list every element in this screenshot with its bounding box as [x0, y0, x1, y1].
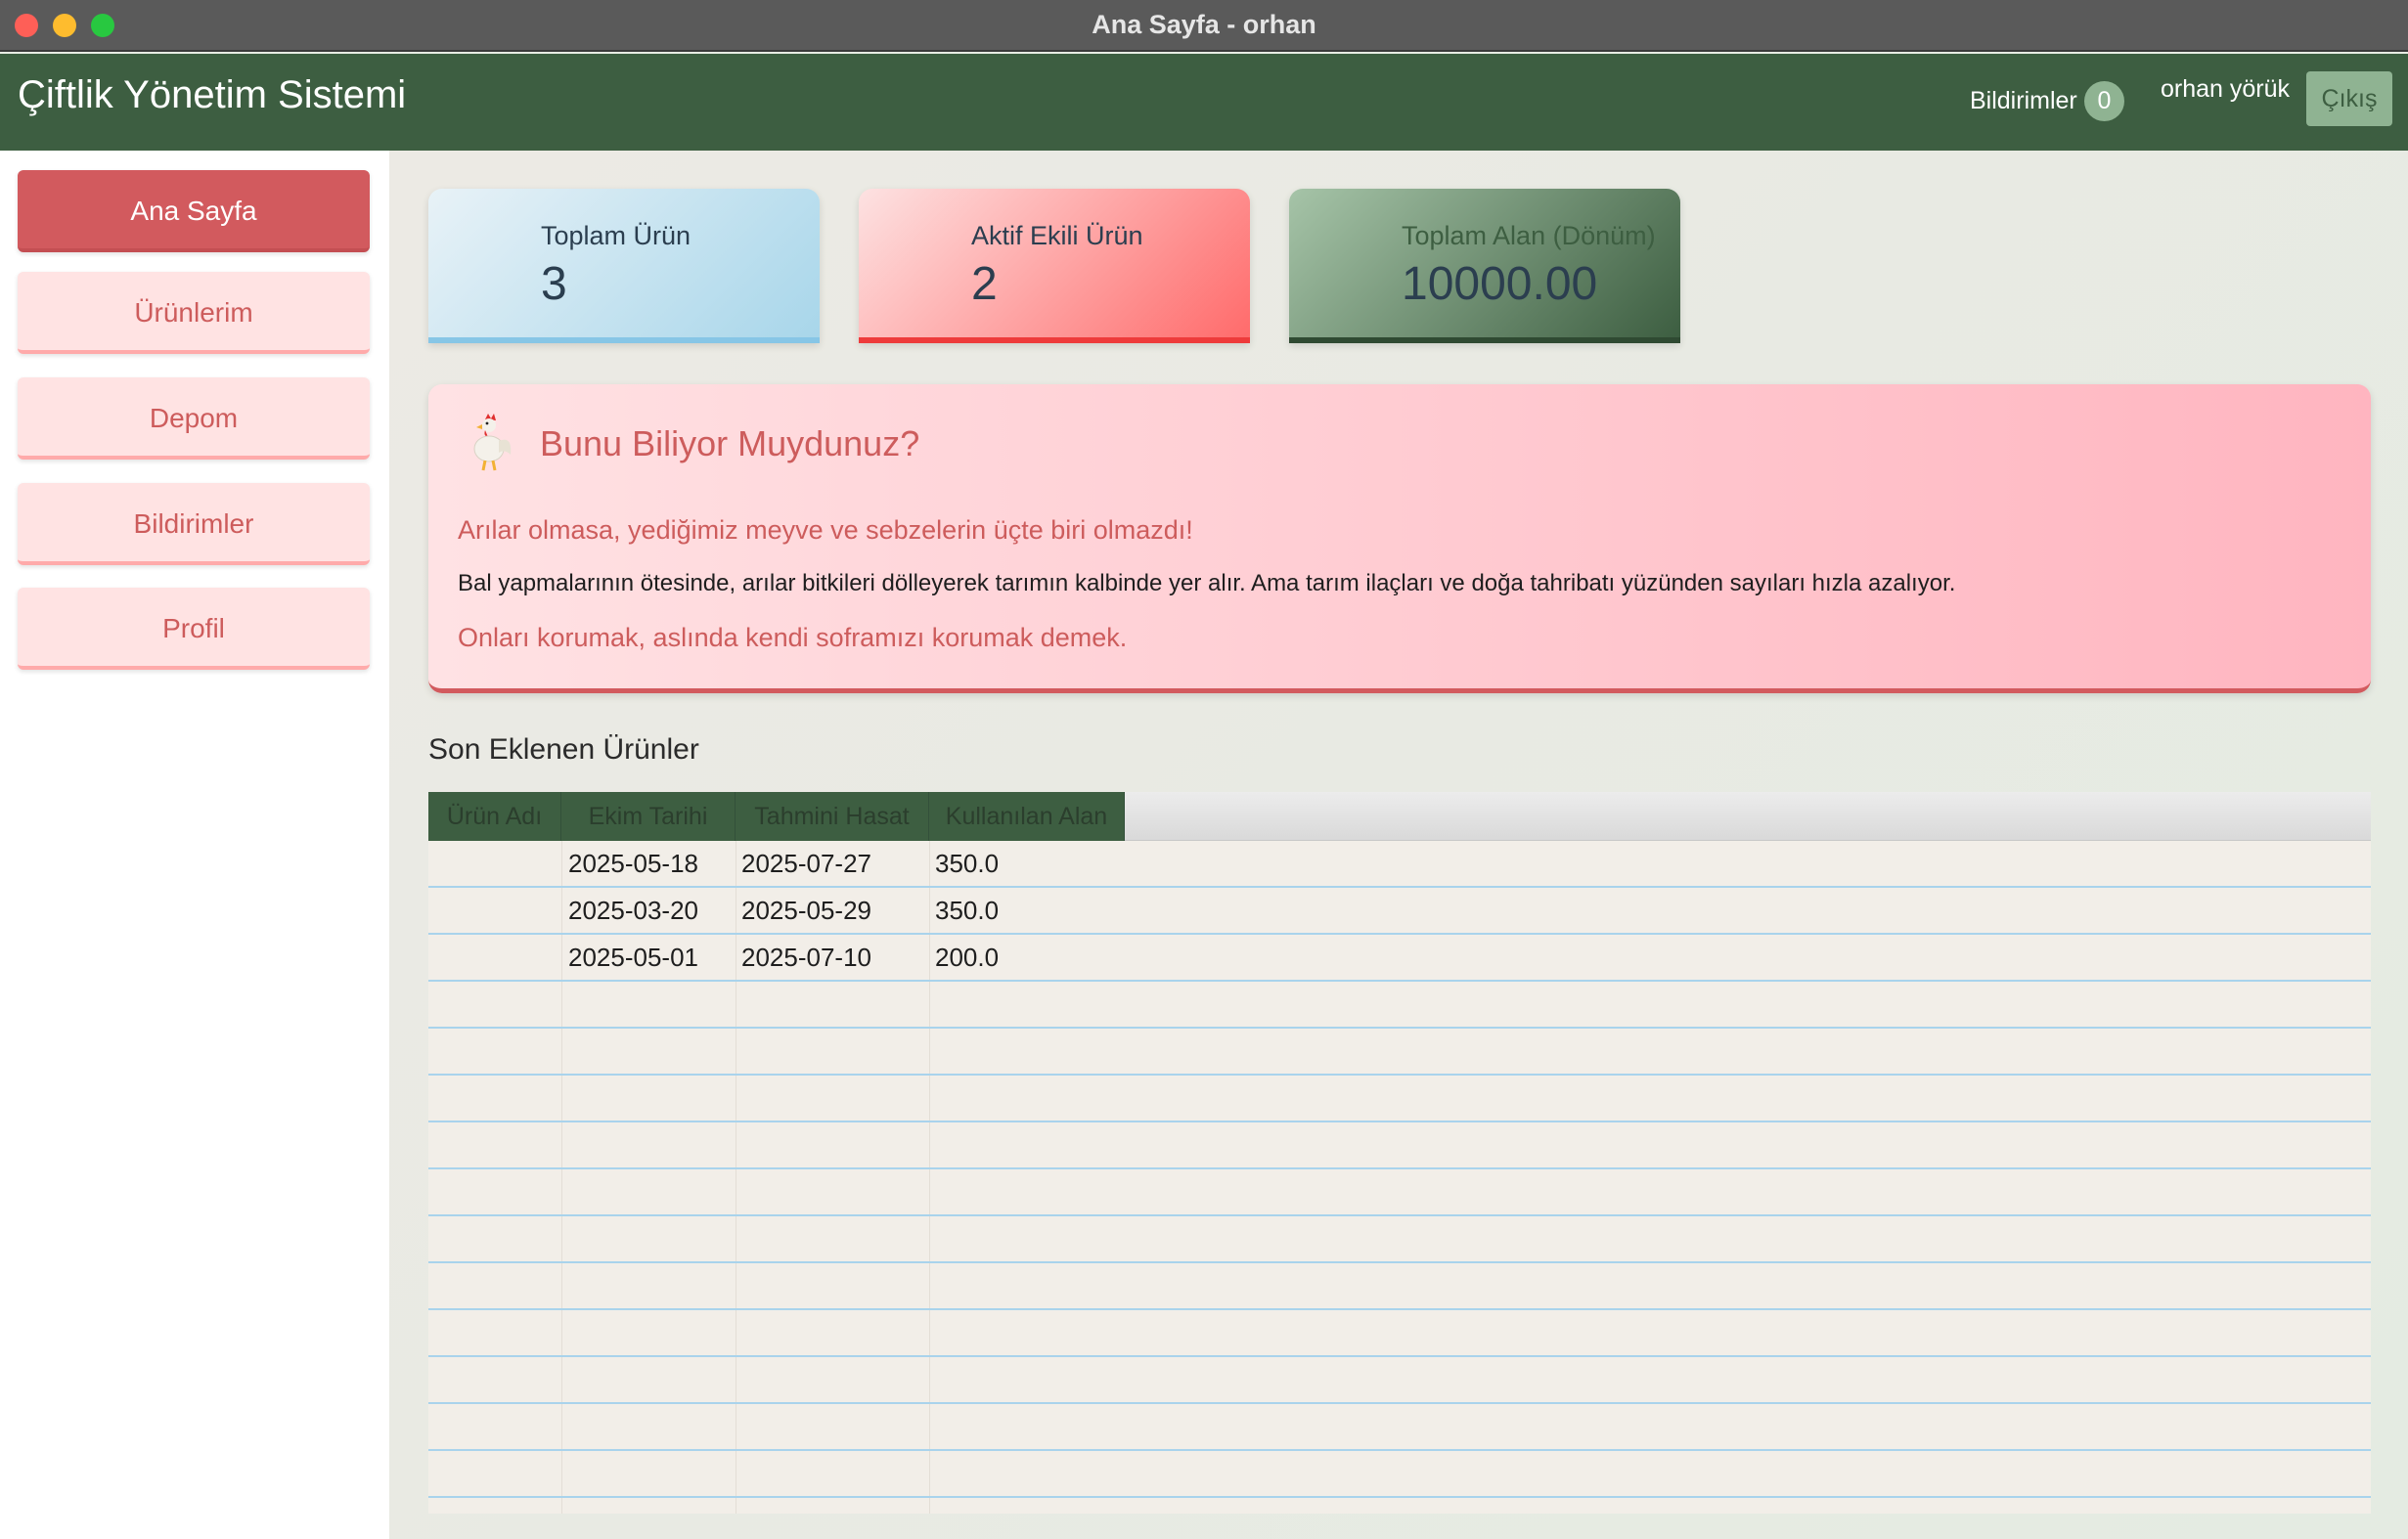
rooster-icon: [473, 414, 512, 471]
recent-products-table[interactable]: Ürün Adı Ekim Tarihi Tahmini Hasat Kulla…: [428, 792, 2371, 1514]
user-name: orhan yörük: [2161, 75, 2291, 103]
app-header: Çiftlik Yönetim Sistemi Bildirimler 0 or…: [0, 54, 2408, 151]
sidebar-item-profil[interactable]: Profil: [18, 588, 370, 670]
empty-table-row: [428, 1357, 2371, 1404]
notifications-link[interactable]: Bildirimler: [1970, 87, 2077, 115]
empty-table-row: [428, 1029, 2371, 1076]
fact-highlight-text: Arılar olmasa, yediğimiz meyve ve sebzel…: [458, 515, 1193, 545]
main-content: Toplam Ürün 3 Aktif Ekili Ürün 2 Toplam …: [389, 151, 2408, 1539]
table-row[interactable]: 2025-05-01 2025-07-10 200.0: [428, 935, 2371, 982]
sidebar: Ana Sayfa Ürünlerim Depom Bildirimler Pr…: [0, 151, 389, 1539]
empty-table-row: [428, 1404, 2371, 1451]
cell-used-area: 350.0: [935, 849, 1000, 878]
stat-card-active-planted: Aktif Ekili Ürün 2: [859, 189, 1250, 343]
window-titlebar: Ana Sayfa - orhan: [0, 0, 2408, 52]
cell-estimated-harvest: 2025-05-29: [741, 896, 871, 925]
sidebar-item-ana-sayfa[interactable]: Ana Sayfa: [18, 170, 370, 252]
logout-button[interactable]: Çıkış: [2306, 71, 2392, 126]
sidebar-item-depom[interactable]: Depom: [18, 377, 370, 460]
sidebar-item-bildirimler[interactable]: Bildirimler: [18, 483, 370, 565]
table-row[interactable]: 2025-03-20 2025-05-29 350.0: [428, 888, 2371, 935]
stat-value: 2: [971, 258, 998, 310]
table-row[interactable]: 2025-05-18 2025-07-27 350.0: [428, 841, 2371, 888]
cell-planting-date: 2025-05-01: [568, 943, 698, 972]
column-header-planting-date[interactable]: Ekim Tarihi: [561, 792, 736, 841]
stat-label: Toplam Ürün: [541, 221, 691, 250]
empty-table-row: [428, 1216, 2371, 1263]
empty-table-row: [428, 1263, 2371, 1310]
notifications-count-badge[interactable]: 0: [2084, 81, 2124, 121]
fact-closing-text: Onları korumak, aslında kendi soframızı …: [458, 623, 1128, 652]
cell-estimated-harvest: 2025-07-27: [741, 849, 871, 878]
cell-planting-date: 2025-03-20: [568, 896, 698, 925]
stat-label: Toplam Alan (Dönüm): [1402, 221, 1656, 250]
cell-used-area: 350.0: [935, 896, 1000, 925]
empty-table-row: [428, 1451, 2371, 1498]
stat-value: 10000.00: [1402, 258, 1598, 310]
column-header-product-name[interactable]: Ürün Adı: [428, 792, 561, 841]
cell-used-area: 200.0: [935, 943, 1000, 972]
stat-value: 3: [541, 258, 567, 310]
column-header-estimated-harvest[interactable]: Tahmini Hasat: [736, 792, 929, 841]
empty-table-row: [428, 1076, 2371, 1122]
window-title: Ana Sayfa - orhan: [1092, 10, 1316, 39]
stat-card-total-area: Toplam Alan (Dönüm) 10000.00: [1289, 189, 1680, 343]
fact-title: Bunu Biliyor Muydunuz?: [540, 423, 920, 463]
stat-label: Aktif Ekili Ürün: [971, 221, 1143, 250]
sidebar-item-urunlerim[interactable]: Ürünlerim: [18, 272, 370, 354]
empty-table-row: [428, 982, 2371, 1029]
app-title: Çiftlik Yönetim Sistemi: [18, 73, 407, 116]
column-header-used-area[interactable]: Kullanılan Alan: [929, 792, 1125, 841]
fact-card: Bunu Biliyor Muydunuz? Arılar olmasa, ye…: [428, 384, 2371, 693]
recent-products-title: Son Eklenen Ürünler: [428, 733, 699, 766]
cell-estimated-harvest: 2025-07-10: [741, 943, 871, 972]
cell-planting-date: 2025-05-18: [568, 849, 698, 878]
stat-card-total-products: Toplam Ürün 3: [428, 189, 820, 343]
fact-body-text: Bal yapmalarının ötesinde, arılar bitkil…: [458, 570, 1956, 596]
empty-table-row: [428, 1169, 2371, 1216]
empty-table-row: [428, 1122, 2371, 1169]
empty-table-row: [428, 1310, 2371, 1357]
